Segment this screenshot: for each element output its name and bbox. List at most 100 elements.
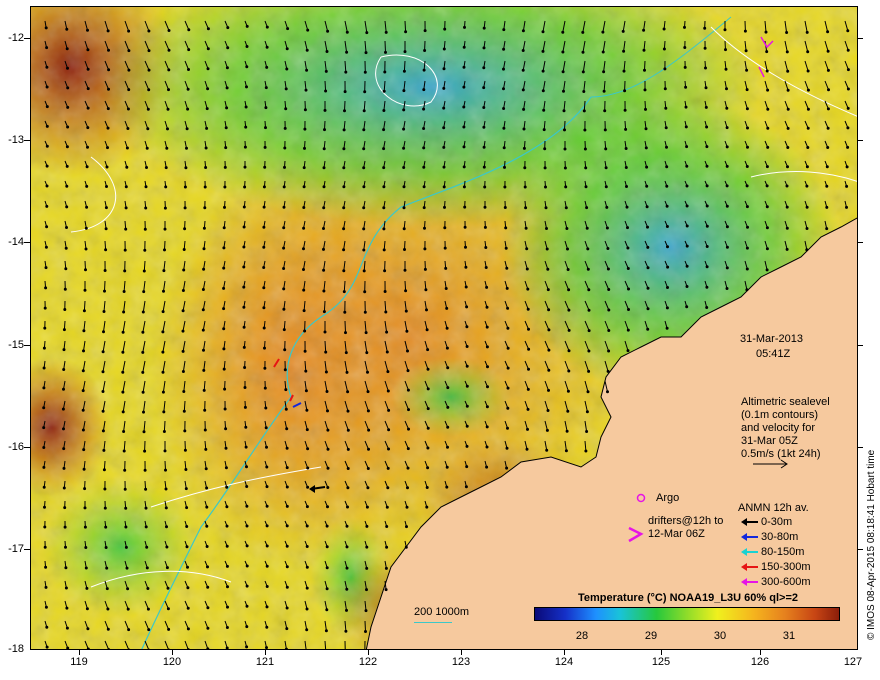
velocity-arrowhead [284, 407, 288, 411]
velocity-arrowhead [146, 607, 150, 611]
velocity-arrowhead [364, 609, 368, 613]
velocity-arrowhead [165, 525, 168, 529]
sst-map[interactable] [30, 6, 858, 650]
lat-tickmark-right [858, 447, 863, 448]
velocity-arrowhead [846, 68, 850, 72]
velocity-arrowhead [521, 49, 525, 52]
velocity-arrowhead [144, 525, 148, 529]
velocity-arrowhead [226, 585, 229, 589]
velocity-arrowhead [806, 126, 810, 130]
velocity-arrowhead [827, 88, 830, 92]
velocity-arrowhead [242, 305, 246, 309]
velocity-arrowhead [485, 445, 489, 449]
velocity-arrowhead [826, 49, 830, 53]
velocity-arrowhead [485, 325, 489, 329]
velocity-arrowhead [123, 248, 127, 252]
velocity-arrowhead [402, 108, 406, 112]
velocity-arrow [163, 420, 166, 432]
velocity-arrowhead [385, 330, 389, 334]
velocity-arrowhead [542, 128, 546, 132]
velocity-arrowhead [364, 51, 368, 55]
velocity-arrowhead [724, 48, 727, 52]
velocity-arrowhead [144, 506, 148, 510]
velocity-arrowhead [285, 485, 289, 489]
velocity-arrowhead [203, 185, 207, 189]
velocity-arrowhead [85, 165, 89, 169]
velocity-arrowhead [86, 647, 90, 649]
velocity-arrowhead [161, 390, 165, 394]
velocity-arrowhead [626, 246, 630, 250]
velocity-arrowhead [367, 428, 371, 432]
velocity-arrowhead [121, 330, 125, 334]
velocity-arrowhead [566, 268, 570, 271]
velocity-arrowhead [263, 145, 267, 149]
anmn-legend-item: 300-600m [741, 576, 811, 588]
velocity-arrowhead [526, 387, 530, 391]
velocity-arrowhead [225, 485, 229, 489]
velocity-arrowhead [265, 564, 269, 568]
velocity-arrowhead [264, 406, 268, 410]
velocity-arrowhead [806, 146, 810, 149]
velocity-arrowhead [223, 165, 227, 169]
velocity-arrowhead [223, 185, 227, 189]
velocity-arrowhead [305, 428, 309, 432]
velocity-arrowhead [284, 107, 288, 111]
velocity-arrowhead [325, 524, 329, 528]
velocity-arrowhead [144, 487, 148, 491]
velocity-arrowhead [206, 87, 210, 91]
velocity-arrowhead [107, 48, 110, 52]
velocity-arrowhead [606, 247, 610, 250]
velocity-arrowhead [567, 288, 571, 292]
velocity-arrowhead [465, 404, 469, 408]
velocity-arrowhead [805, 184, 809, 188]
velocity-arrowhead [167, 48, 171, 52]
velocity-arrowhead [666, 265, 670, 269]
anmn-legend-label: 0-30m [761, 516, 793, 528]
velocity-arrowhead [442, 86, 446, 90]
velocity-arrowhead [503, 165, 506, 169]
velocity-arrowhead [703, 46, 707, 50]
velocity-arrowhead [82, 349, 85, 353]
velocity-arrowhead [445, 465, 449, 469]
velocity-arrowhead [362, 248, 366, 252]
velocity-arrowhead [585, 226, 589, 230]
velocity-arrowhead [385, 525, 389, 528]
velocity-arrowhead [285, 446, 289, 450]
velocity-arrowhead [141, 330, 145, 334]
velocity-arrowhead [204, 146, 208, 150]
velocity-arrowhead [825, 227, 829, 231]
velocity-arrowhead [362, 269, 366, 273]
velocity-arrowhead [765, 247, 769, 251]
velocity-arrowhead [544, 206, 548, 210]
velocity-arrowhead [544, 185, 547, 189]
velocity-arrowhead [124, 227, 128, 231]
velocity-arrowhead [364, 331, 368, 335]
velocity-arrowhead [346, 390, 350, 394]
velocity-arrowhead [745, 165, 749, 168]
velocity-arrowhead [402, 146, 406, 150]
velocity-arrowhead [482, 46, 486, 50]
velocity-arrowhead [703, 26, 707, 30]
velocity-arrowhead [567, 369, 571, 373]
velocity-arrowhead [683, 46, 687, 49]
lat-tickmark-right [858, 345, 863, 346]
velocity-arrowhead [165, 146, 169, 150]
velocity-arrowhead [223, 387, 227, 391]
velocity-arrowhead [82, 448, 86, 452]
velocity-arrowhead [383, 290, 387, 293]
velocity-arrowhead [785, 226, 789, 230]
velocity-arrow [403, 60, 406, 72]
velocity-arrowhead [484, 266, 488, 269]
isobath-key-line [414, 622, 452, 623]
velocity-arrowhead [107, 87, 110, 91]
velocity-arrowhead [605, 226, 609, 230]
velocity-arrowhead [205, 126, 209, 130]
velocity-arrowhead [344, 331, 347, 335]
velocity-arrowhead [265, 504, 269, 508]
velocity-arrowhead [265, 646, 268, 649]
velocity-arrowhead [586, 267, 590, 271]
imos-credit: © IMOS 08-Apr-2015 08:18:41 Hobart time [866, 449, 877, 640]
velocity-arrowhead [366, 409, 370, 413]
velocity-arrowhead [502, 28, 506, 32]
velocity-arrowhead [403, 268, 407, 272]
